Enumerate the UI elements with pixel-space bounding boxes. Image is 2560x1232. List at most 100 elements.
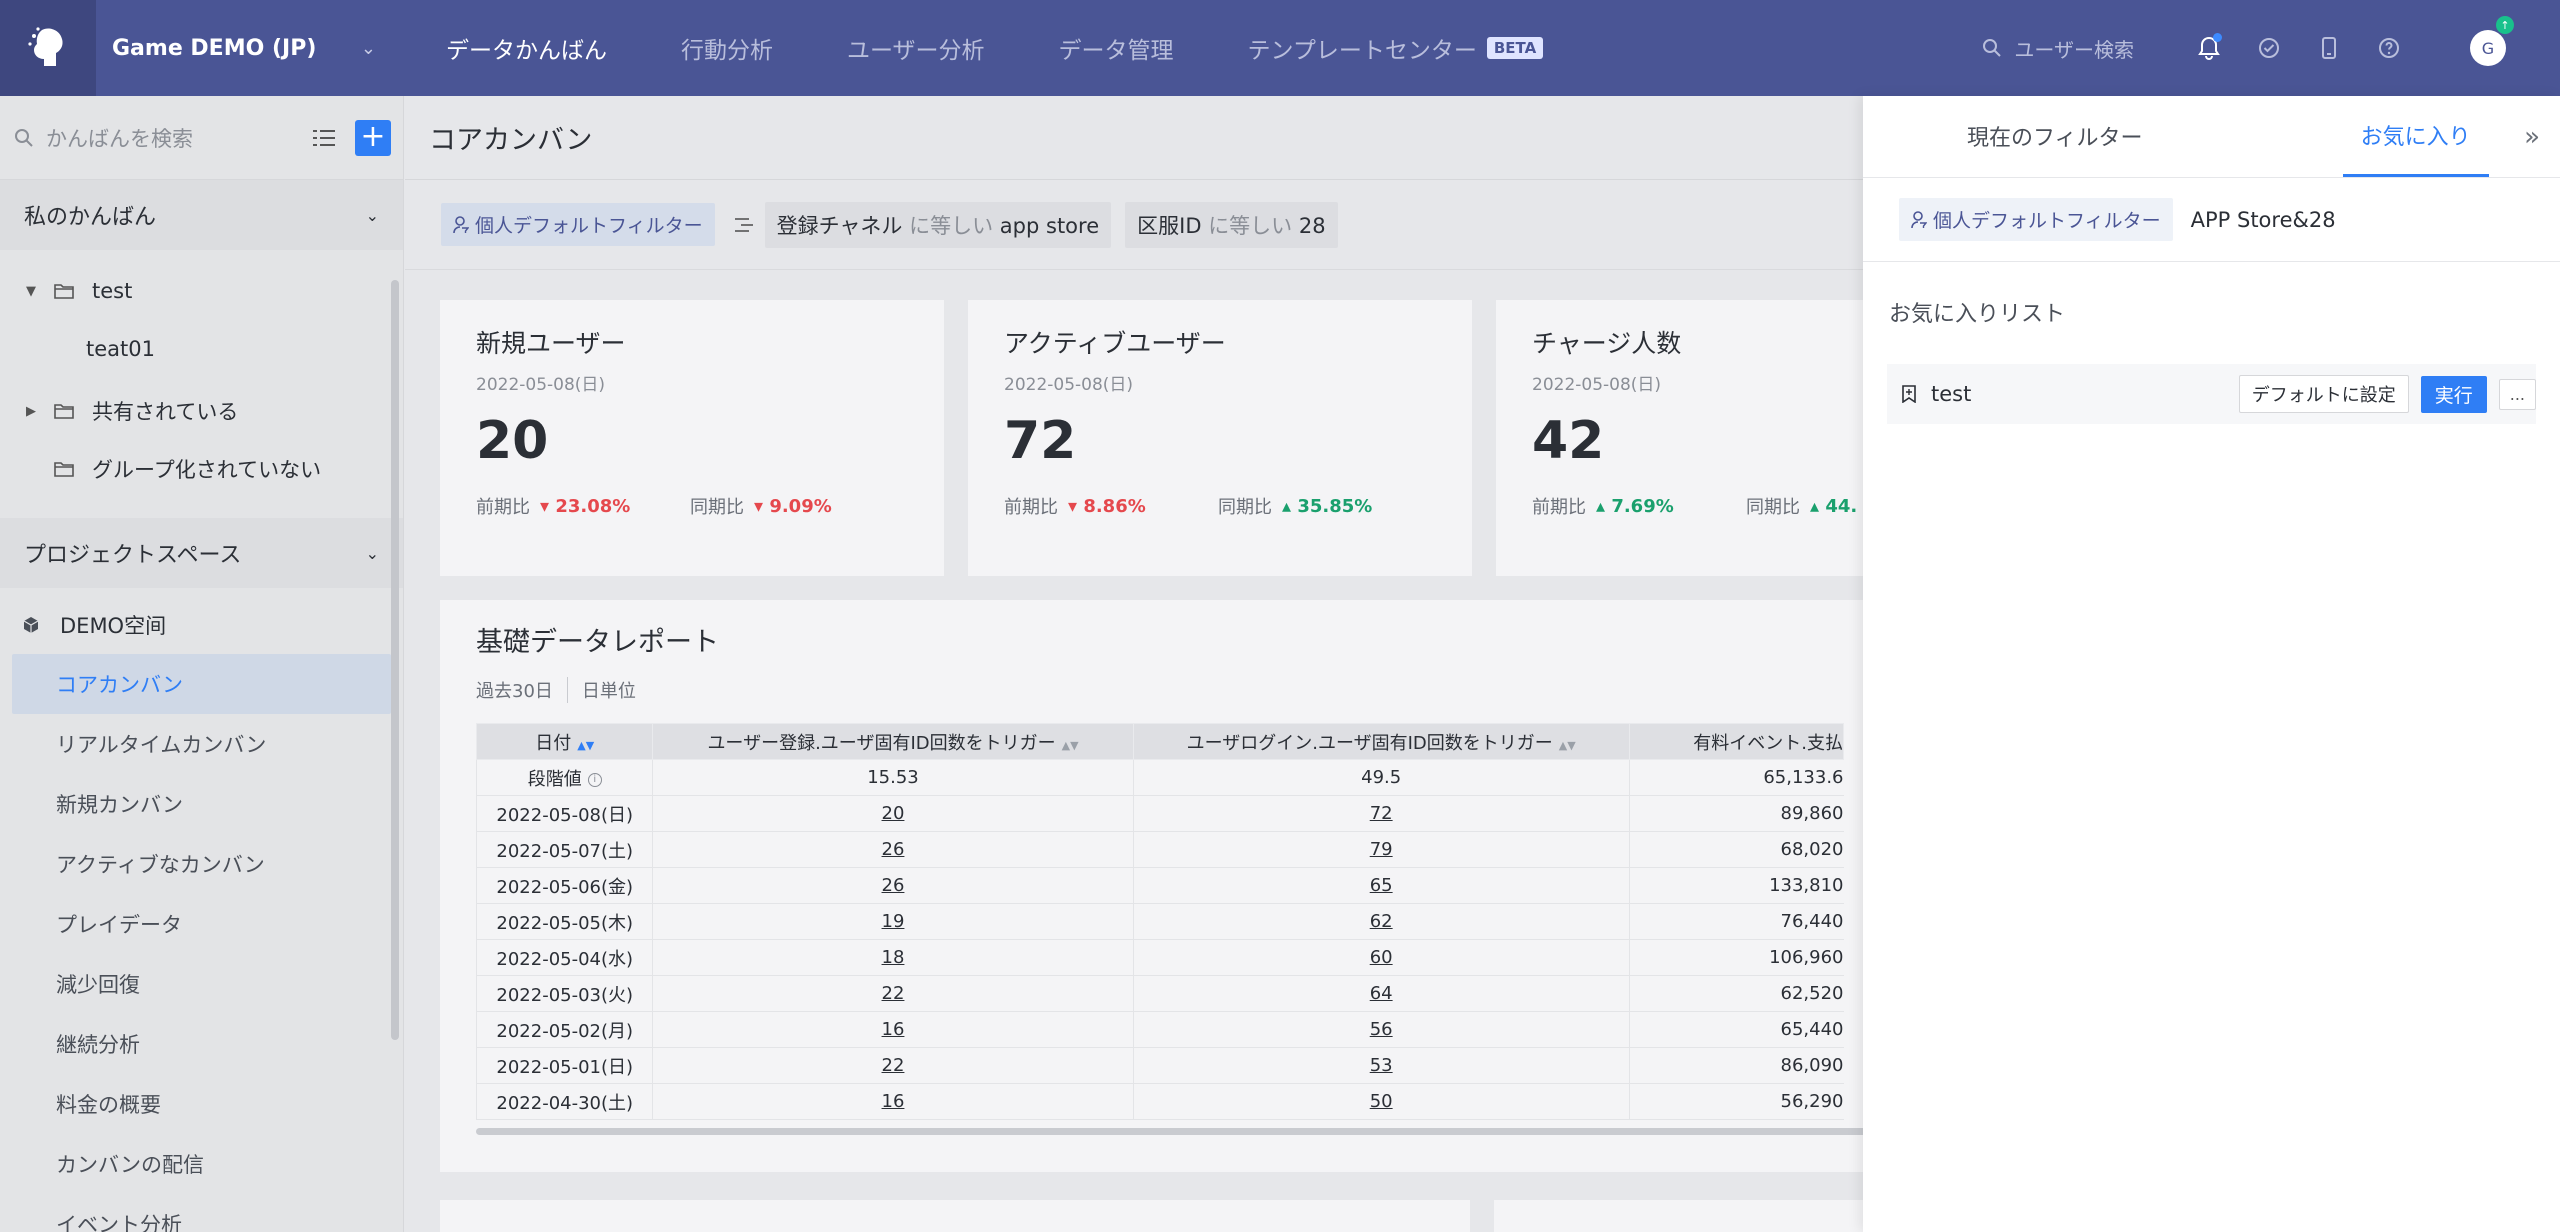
- table-row-stage: 段階値 i 15.53 49.5 65,133.6: [475, 759, 1844, 796]
- sidebar-item-revenue-overview[interactable]: 料金の概要: [0, 1074, 403, 1134]
- tree-folder-ungrouped[interactable]: グループ化されていない: [0, 440, 403, 498]
- table-cell: 2022-05-02(月): [475, 1011, 653, 1048]
- filter-logic-icon[interactable]: [734, 217, 753, 233]
- table-cell[interactable]: 16: [652, 1083, 1134, 1120]
- user-search[interactable]: ユーザー検索: [1982, 34, 2134, 63]
- table-cell[interactable]: 26: [652, 867, 1134, 904]
- more-button[interactable]: ...: [2498, 378, 2536, 410]
- report-table: 日付 ▲▼ ユーザー登録.ユーザ固有ID回数をトリガー ▲▼ ユーザログイン.ユーザ…: [475, 723, 1845, 1120]
- table-cell[interactable]: 60: [1132, 939, 1630, 976]
- nav-template-center[interactable]: テンプレートセンター BETA: [1248, 0, 1544, 96]
- table-cell[interactable]: 62: [1132, 903, 1630, 940]
- table-cell[interactable]: 19: [652, 903, 1134, 940]
- prev-period-number: 8.86%: [1083, 495, 1146, 517]
- col-payment[interactable]: 有料イベント.支払: [1628, 723, 1845, 760]
- metric-card-new-users[interactable]: 新規ユーザー 2022-05-08(日) 20 前期比 ▾ 23.08% 同期比 ▾…: [440, 300, 944, 576]
- table-cell: 65,133.6: [1628, 759, 1844, 796]
- sidebar-item-kanban-delivery[interactable]: カンバンの配信: [0, 1134, 403, 1194]
- prev-period-number: 7.69%: [1611, 495, 1674, 517]
- col-date[interactable]: 日付 ▲▼: [475, 723, 654, 760]
- table-cell[interactable]: 64: [1132, 975, 1630, 1012]
- sidebar-scrollbar[interactable]: [391, 280, 399, 1040]
- tab-current-filter[interactable]: 現在のフィルター: [1967, 95, 2143, 177]
- table-cell[interactable]: 56: [1132, 1011, 1630, 1048]
- kanban-search[interactable]: かんばんを検索 +: [0, 96, 403, 180]
- folder-icon: [54, 462, 74, 477]
- tree-item-teat01[interactable]: teat01: [0, 320, 403, 378]
- collapse-drawer-icon[interactable]: »: [2524, 122, 2540, 152]
- sidebar-item-core-kanban[interactable]: コアカンバン: [12, 654, 391, 714]
- tasks-button[interactable]: [2254, 33, 2284, 63]
- col-register[interactable]: ユーザー登録.ユーザ固有ID回数をトリガー ▲▼: [652, 723, 1134, 760]
- card-date: 2022-05-08(日): [1004, 375, 1134, 395]
- filter-operator: に等しい: [1208, 213, 1293, 238]
- sidebar-item-new-kanban[interactable]: 新規カンバン: [0, 774, 403, 834]
- default-filter-chip[interactable]: 個人デフォルトフィルター: [441, 203, 715, 246]
- avatar-initial: G: [2481, 38, 2495, 58]
- bottom-card-left: [440, 1200, 1470, 1232]
- info-icon[interactable]: i: [587, 772, 602, 787]
- yoy-label: 同期比: [690, 497, 744, 518]
- user-avatar[interactable]: G ↑: [2470, 16, 2514, 66]
- sidebar-item-event-analysis[interactable]: イベント分析: [0, 1194, 403, 1232]
- filter-chip-channel[interactable]: 登録チャネル に等しい app store: [764, 201, 1112, 248]
- table-cell[interactable]: 20: [652, 795, 1134, 832]
- table-cell[interactable]: 22: [652, 975, 1134, 1012]
- set-default-button[interactable]: デフォルトに設定: [2238, 375, 2409, 413]
- report-unit: 日単位: [581, 681, 636, 702]
- default-filter-label: 個人デフォルトフィルター: [475, 215, 703, 237]
- metric-card-paying-users[interactable]: チャージ人数 2022-05-08(日) 42 前期比 ▴ 7.69% 同期比 ▴ …: [1496, 300, 1863, 576]
- my-kanban-section[interactable]: 私のかんばん ⌄: [0, 180, 403, 250]
- col-login[interactable]: ユーザログイン.ユーザ固有ID回数をトリガー ▲▼: [1132, 723, 1630, 760]
- nav-user-analysis[interactable]: ユーザー分析: [847, 0, 985, 96]
- user-filter-icon: [453, 215, 469, 233]
- table-cell[interactable]: 16: [652, 1011, 1134, 1048]
- notification-button[interactable]: [2194, 33, 2224, 63]
- table-cell[interactable]: 72: [1132, 795, 1630, 832]
- table-cell: 49.5: [1132, 759, 1630, 796]
- beta-badge: BETA: [1486, 37, 1544, 59]
- sidebar-item-realtime-kanban[interactable]: リアルタイムカンバン: [0, 714, 403, 774]
- nav-data-management[interactable]: データ管理: [1059, 0, 1174, 96]
- table-row: 2022-05-08(日) 20 72 89,860: [475, 795, 1844, 832]
- table-cell[interactable]: 22: [652, 1047, 1134, 1084]
- yoy-value: ▾ 9.09%: [754, 495, 832, 517]
- sidebar-item-active-kanban[interactable]: アクティブなカンバン: [0, 834, 403, 894]
- main-nav: データかんばん 行動分析 ユーザー分析 データ管理 テンプレートセンター BET…: [446, 0, 1617, 96]
- app-logo[interactable]: [0, 0, 96, 96]
- space-demo[interactable]: DEMO空间: [0, 596, 403, 654]
- tree-folder-test[interactable]: ▼ test: [0, 262, 403, 320]
- mobile-button[interactable]: [2314, 33, 2344, 63]
- nav-behavior-analysis[interactable]: 行動分析: [681, 0, 773, 96]
- table-horizontal-scrollbar[interactable]: [476, 1128, 1863, 1135]
- tree-folder-shared[interactable]: ▶ 共有されている: [0, 382, 403, 440]
- card-title: アクティブユーザー: [1004, 329, 1226, 358]
- sidebar-item-churn-recovery[interactable]: 減少回復: [0, 954, 403, 1014]
- table-cell[interactable]: 18: [652, 939, 1134, 976]
- project-space-section[interactable]: プロジェクトスペース ⌄: [0, 518, 403, 588]
- nav-data-kanban[interactable]: データかんばん: [446, 0, 607, 96]
- table-cell[interactable]: 26: [652, 831, 1134, 868]
- help-button[interactable]: [2374, 33, 2404, 63]
- favorite-item[interactable]: test デフォルトに設定 実行 ...: [1887, 364, 2536, 424]
- sidebar-item-retention[interactable]: 継続分析: [0, 1014, 403, 1074]
- table-row: 2022-05-03(火) 22 64 62,520: [475, 975, 1844, 1012]
- run-button[interactable]: 実行: [2420, 375, 2487, 413]
- prev-period-value: ▾ 8.86%: [1068, 495, 1146, 517]
- add-kanban-button[interactable]: +: [355, 119, 391, 156]
- metric-card-active-users[interactable]: アクティブユーザー 2022-05-08(日) 72 前期比 ▾ 8.86% 同期…: [968, 300, 1472, 576]
- card-title: チャージ人数: [1532, 329, 1682, 358]
- table-cell[interactable]: 53: [1132, 1047, 1630, 1084]
- col-header-label: ユーザログイン.ユーザ固有ID回数をトリガー: [1186, 732, 1553, 754]
- table-cell: 86,090: [1628, 1047, 1844, 1084]
- filter-chip-server[interactable]: 区服ID に等しい 28: [1125, 201, 1338, 248]
- list-manage-icon[interactable]: [313, 128, 335, 148]
- default-filter-chip[interactable]: 個人デフォルトフィルター: [1899, 198, 2173, 241]
- table-cell[interactable]: 79: [1132, 831, 1630, 868]
- table-cell[interactable]: 50: [1132, 1083, 1630, 1120]
- tab-favorites[interactable]: お気に入り: [2342, 95, 2489, 177]
- table-cell[interactable]: 65: [1132, 867, 1630, 904]
- card-value: 42: [1532, 411, 1605, 471]
- project-switcher[interactable]: Game DEMO (JP) ⌄: [96, 0, 396, 96]
- sidebar-item-play-data[interactable]: プレイデータ: [0, 894, 403, 954]
